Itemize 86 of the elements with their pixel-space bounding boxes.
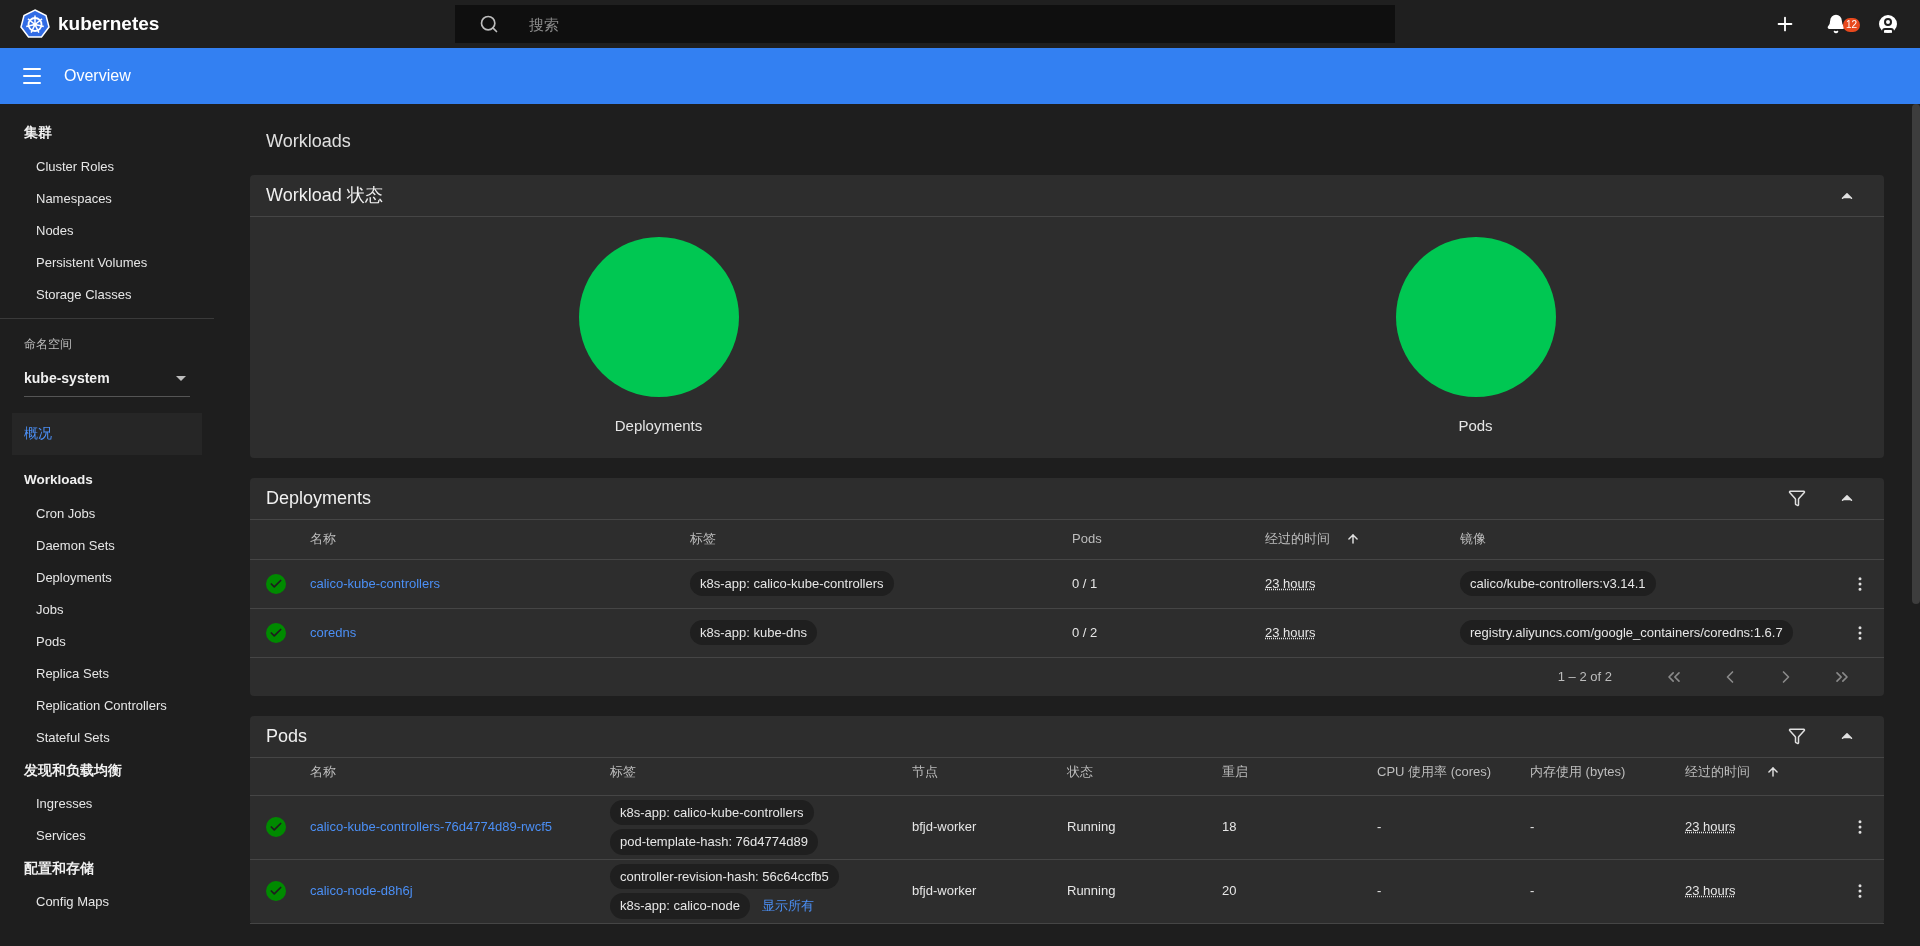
- pod-name-link[interactable]: calico-node-d8h6j: [310, 881, 413, 901]
- card-title: Deployments: [266, 486, 372, 510]
- page-title: Workloads: [265, 130, 352, 153]
- nav-item[interactable]: Deployments: [0, 561, 214, 594]
- memory-usage: -: [1530, 818, 1535, 837]
- age-text: 23 hours: [1265, 574, 1316, 593]
- pods-count: 0 / 2: [1072, 623, 1098, 642]
- label-chip: k8s-app: kube-dns: [690, 619, 817, 646]
- nav-item[interactable]: Cron Jobs: [0, 497, 214, 530]
- search-field[interactable]: 搜索: [455, 5, 1396, 43]
- nav-item[interactable]: Cluster Roles: [0, 150, 214, 183]
- namespace-select[interactable]: kube-system: [24, 361, 190, 398]
- pagination-range: 1 – 2 of 2: [1557, 667, 1612, 686]
- filter-icon[interactable]: [1788, 727, 1806, 745]
- column-header[interactable]: 标签: [610, 761, 636, 782]
- chart-label: Pods: [1458, 416, 1493, 436]
- notifications-bell-icon[interactable]: [1826, 14, 1846, 34]
- node-name: bfjd-worker: [912, 882, 977, 901]
- column-header[interactable]: Pods: [1072, 529, 1102, 549]
- nav-item[interactable]: Replication Controllers: [0, 689, 214, 722]
- deployment-name-link[interactable]: calico-kube-controllers: [310, 573, 441, 594]
- card-title: Workload 状态: [266, 184, 383, 207]
- nav-item[interactable]: Namespaces: [0, 182, 214, 215]
- label-chip: k8s-app: calico-node: [610, 893, 750, 919]
- node-name: bfjd-worker: [912, 818, 977, 837]
- nav-item[interactable]: 概况: [12, 413, 202, 456]
- show-all-link[interactable]: 显示所有: [761, 896, 814, 916]
- column-header[interactable]: 名称: [310, 529, 336, 549]
- nav-section-title[interactable]: 发现和负载均衡: [0, 753, 214, 788]
- cpu-usage: -: [1377, 882, 1382, 901]
- scrollbar-thumb[interactable]: [1912, 104, 1920, 604]
- nav-item[interactable]: Replica Sets: [0, 657, 214, 690]
- nav-section-title[interactable]: 集群: [0, 116, 214, 151]
- column-header[interactable]: CPU 使用率 (cores): [1377, 761, 1492, 782]
- pod-status: Running: [1067, 818, 1116, 837]
- column-header[interactable]: 镜像: [1460, 529, 1486, 549]
- nav-section-title[interactable]: Workloads: [0, 463, 214, 498]
- nav-item[interactable]: Ingresses: [0, 787, 214, 820]
- dropdown-caret-icon: [176, 376, 186, 382]
- namespace-label: 命名空间: [24, 336, 73, 354]
- age-text: 23 hours: [1685, 882, 1736, 901]
- search-icon: [479, 14, 500, 34]
- age-text: 23 hours: [1685, 818, 1736, 837]
- restart-count: 18: [1222, 818, 1237, 837]
- helm-wheel-logo-icon: [20, 9, 50, 39]
- pod-status: Running: [1067, 882, 1116, 901]
- chart-label: Deployments: [614, 416, 703, 436]
- nav-item[interactable]: Nodes: [0, 214, 214, 247]
- column-header[interactable]: 状态: [1067, 761, 1093, 782]
- column-header[interactable]: 内存使用 (bytes): [1530, 761, 1626, 782]
- nav-item[interactable]: Persistent Volumes: [0, 246, 214, 279]
- label-chip: k8s-app: calico-kube-controllers: [690, 570, 894, 597]
- nav-item[interactable]: Daemon Sets: [0, 529, 214, 562]
- label-chip: calico/kube-controllers:v3.14.1: [1460, 570, 1656, 597]
- brand-name[interactable]: kubernetes: [58, 9, 160, 39]
- label-chip: pod-template-hash: 76d4774d89: [610, 829, 818, 855]
- deployment-name-link[interactable]: coredns: [310, 622, 357, 643]
- nav-item[interactable]: Storage Classes: [0, 278, 214, 311]
- cpu-usage: -: [1377, 818, 1382, 837]
- label-chip: registry.aliyuncs.com/google_containers/coredns:1.6.7: [1460, 619, 1793, 646]
- card-title: Pods: [266, 724, 308, 748]
- nav-item[interactable]: Pods: [0, 625, 214, 658]
- filter-icon[interactable]: [1788, 489, 1806, 507]
- column-header[interactable]: 经过的时间: [1265, 529, 1360, 549]
- account-icon[interactable]: [1876, 12, 1900, 36]
- nav-item[interactable]: Stateful Sets: [0, 721, 214, 754]
- label-chip: controller-revision-hash: 56c64ccfb5: [610, 863, 839, 889]
- nav-item[interactable]: Jobs: [0, 593, 214, 626]
- toolbar-title: Overview: [64, 66, 131, 86]
- pod-name-link[interactable]: calico-kube-controllers-76d4774d89-rwcf5: [310, 817, 553, 837]
- nav-item[interactable]: Services: [0, 819, 214, 852]
- pods-count: 0 / 1: [1072, 574, 1098, 593]
- column-header[interactable]: 名称: [310, 761, 336, 782]
- notification-count-badge: 12: [1842, 18, 1860, 32]
- sort-arrow-icon[interactable]: [1766, 764, 1780, 779]
- nav-section-title[interactable]: 配置和存储: [0, 851, 214, 886]
- restart-count: 20: [1222, 882, 1237, 901]
- age-text: 23 hours: [1265, 623, 1316, 642]
- nav-item[interactable]: Config Maps: [0, 886, 214, 918]
- memory-usage: -: [1530, 882, 1535, 901]
- column-header[interactable]: 节点: [912, 761, 938, 782]
- sort-arrow-icon[interactable]: [1346, 532, 1360, 546]
- column-header[interactable]: 经过的时间: [1685, 761, 1780, 782]
- column-header[interactable]: 标签: [690, 529, 716, 549]
- column-header[interactable]: 重启: [1222, 761, 1248, 782]
- label-chip: k8s-app: calico-kube-controllers: [610, 799, 814, 825]
